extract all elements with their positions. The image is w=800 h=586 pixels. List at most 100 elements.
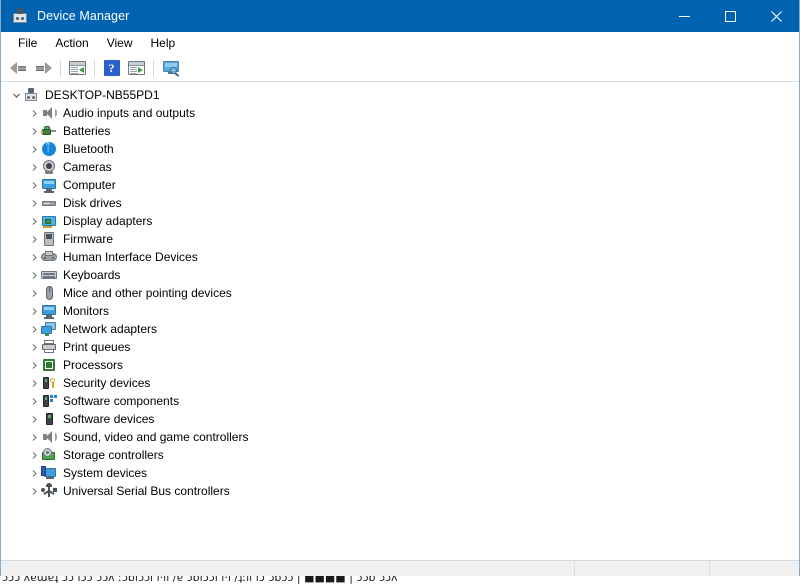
- chevron-right-icon[interactable]: [27, 289, 41, 298]
- clipped-background-text: ɔɔɔ ʎɐɯɐʇ ɔɔ ıɔɔ ɔɔʌ ːɔƃıɔɔı ı·ıı /ɐ ɔƃı…: [0, 576, 800, 586]
- close-button[interactable]: [753, 0, 799, 32]
- chevron-right-icon[interactable]: [27, 361, 41, 370]
- tree-item-label: System devices: [63, 465, 147, 481]
- menu-view[interactable]: View: [98, 33, 142, 53]
- chevron-right-icon[interactable]: [27, 379, 41, 388]
- tree-item-label: Cameras: [63, 159, 112, 175]
- tree-item-label: Software devices: [63, 411, 154, 427]
- tree-item-keyboards[interactable]: Keyboards: [1, 266, 799, 284]
- usb-icon: [41, 483, 57, 499]
- monitor-icon: [41, 303, 57, 319]
- gamepad-icon: [41, 249, 57, 265]
- chevron-right-icon[interactable]: [27, 145, 41, 154]
- tree-item-print-queues[interactable]: Print queues: [1, 338, 799, 356]
- speaker-icon: [41, 429, 57, 445]
- tree-item-label: Sound, video and game controllers: [63, 429, 248, 445]
- tree-item-label: Bluetooth: [63, 141, 114, 157]
- maximize-button[interactable]: [707, 0, 753, 32]
- tree-item-computer[interactable]: Computer: [1, 176, 799, 194]
- tree-item-storage-controllers[interactable]: Storage controllers: [1, 446, 799, 464]
- firmware-chip-icon: [41, 231, 57, 247]
- scan-hardware-changes-button[interactable]: [158, 57, 183, 79]
- tree-item-label: Storage controllers: [63, 447, 164, 463]
- chevron-down-icon[interactable]: [9, 91, 23, 100]
- security-key-icon: [41, 375, 57, 391]
- chevron-right-icon[interactable]: [27, 163, 41, 172]
- chevron-right-icon[interactable]: [27, 253, 41, 262]
- toolbar-separator: [60, 60, 61, 77]
- properties-button[interactable]: [65, 57, 90, 79]
- tree-item-processors[interactable]: Processors: [1, 356, 799, 374]
- scan-monitor-icon: [162, 61, 180, 76]
- chevron-right-icon[interactable]: [27, 487, 41, 496]
- tree-item-label: Monitors: [63, 303, 109, 319]
- tree-item-label: Firmware: [63, 231, 113, 247]
- tree-item-mice-and-other-pointing-devices[interactable]: Mice and other pointing devices: [1, 284, 799, 302]
- chevron-right-icon[interactable]: [27, 397, 41, 406]
- software-device-icon: [41, 411, 57, 427]
- device-tree[interactable]: DESKTOP-NB55PD1 Audio inputs and outputs…: [1, 82, 799, 560]
- tree-item-label: Batteries: [63, 123, 110, 139]
- chevron-right-icon[interactable]: [27, 181, 41, 190]
- help-button[interactable]: ?: [99, 57, 124, 79]
- chevron-right-icon[interactable]: [27, 451, 41, 460]
- tree-item-security-devices[interactable]: Security devices: [1, 374, 799, 392]
- menu-file[interactable]: File: [9, 33, 46, 53]
- tree-item-label: Print queues: [63, 339, 130, 355]
- window-controls: [661, 0, 799, 32]
- chevron-right-icon[interactable]: [27, 415, 41, 424]
- chevron-right-icon[interactable]: [27, 433, 41, 442]
- printer-icon: [41, 339, 57, 355]
- tree-item-batteries[interactable]: Batteries: [1, 122, 799, 140]
- chevron-right-icon[interactable]: [27, 325, 41, 334]
- software-component-icon: [41, 393, 57, 409]
- menu-action[interactable]: Action: [46, 33, 97, 53]
- chevron-right-icon[interactable]: [27, 307, 41, 316]
- monitor-icon: [41, 177, 57, 193]
- tree-item-software-devices[interactable]: Software devices: [1, 410, 799, 428]
- tree-item-monitors[interactable]: Monitors: [1, 302, 799, 320]
- chevron-right-icon[interactable]: [27, 469, 41, 478]
- tree-item-cameras[interactable]: Cameras: [1, 158, 799, 176]
- update-driver-button[interactable]: [124, 57, 149, 79]
- tree-item-label: Network adapters: [63, 321, 157, 337]
- tree-item-label: Computer: [63, 177, 116, 193]
- chevron-right-icon[interactable]: [27, 199, 41, 208]
- device-manager-window: Device Manager File Action View Help: [0, 0, 800, 586]
- back-button[interactable]: [6, 57, 31, 79]
- tree-item-system-devices[interactable]: System devices: [1, 464, 799, 482]
- tree-item-bluetooth[interactable]: ᛏ Bluetooth: [1, 140, 799, 158]
- speaker-icon: [41, 105, 57, 121]
- toolbar-separator: [94, 60, 95, 77]
- tree-item-firmware[interactable]: Firmware: [1, 230, 799, 248]
- processor-icon: [41, 357, 57, 373]
- chevron-right-icon[interactable]: [27, 109, 41, 118]
- system-device-icon: [41, 465, 57, 481]
- chevron-right-icon[interactable]: [27, 217, 41, 226]
- properties-icon: [69, 61, 86, 75]
- tree-item-disk-drives[interactable]: Disk drives: [1, 194, 799, 212]
- tree-item-human-interface-devices[interactable]: Human Interface Devices: [1, 248, 799, 266]
- tree-root-node[interactable]: DESKTOP-NB55PD1: [1, 86, 799, 104]
- chevron-right-icon[interactable]: [27, 235, 41, 244]
- minimize-button[interactable]: [661, 0, 707, 32]
- keyboard-icon: [41, 267, 57, 283]
- tree-item-label: Mice and other pointing devices: [63, 285, 232, 301]
- tree-item-display-adapters[interactable]: Display adapters: [1, 212, 799, 230]
- device-manager-icon: [12, 8, 28, 24]
- menu-help[interactable]: Help: [142, 33, 185, 53]
- tree-item-sound-video-and-game-controllers[interactable]: Sound, video and game controllers: [1, 428, 799, 446]
- chevron-right-icon[interactable]: [27, 343, 41, 352]
- mouse-icon: [41, 285, 57, 301]
- network-adapter-icon: [41, 321, 57, 337]
- forward-button[interactable]: [31, 57, 56, 79]
- tree-item-software-components[interactable]: Software components: [1, 392, 799, 410]
- toolbar-separator: [153, 60, 154, 77]
- chevron-right-icon[interactable]: [27, 271, 41, 280]
- tree-item-audio-inputs-and-outputs[interactable]: Audio inputs and outputs: [1, 104, 799, 122]
- chevron-right-icon[interactable]: [27, 127, 41, 136]
- window-title: Device Manager: [37, 0, 129, 32]
- camera-icon: [41, 159, 57, 175]
- tree-item-universal-serial-bus-controllers[interactable]: Universal Serial Bus controllers: [1, 482, 799, 500]
- tree-item-network-adapters[interactable]: Network adapters: [1, 320, 799, 338]
